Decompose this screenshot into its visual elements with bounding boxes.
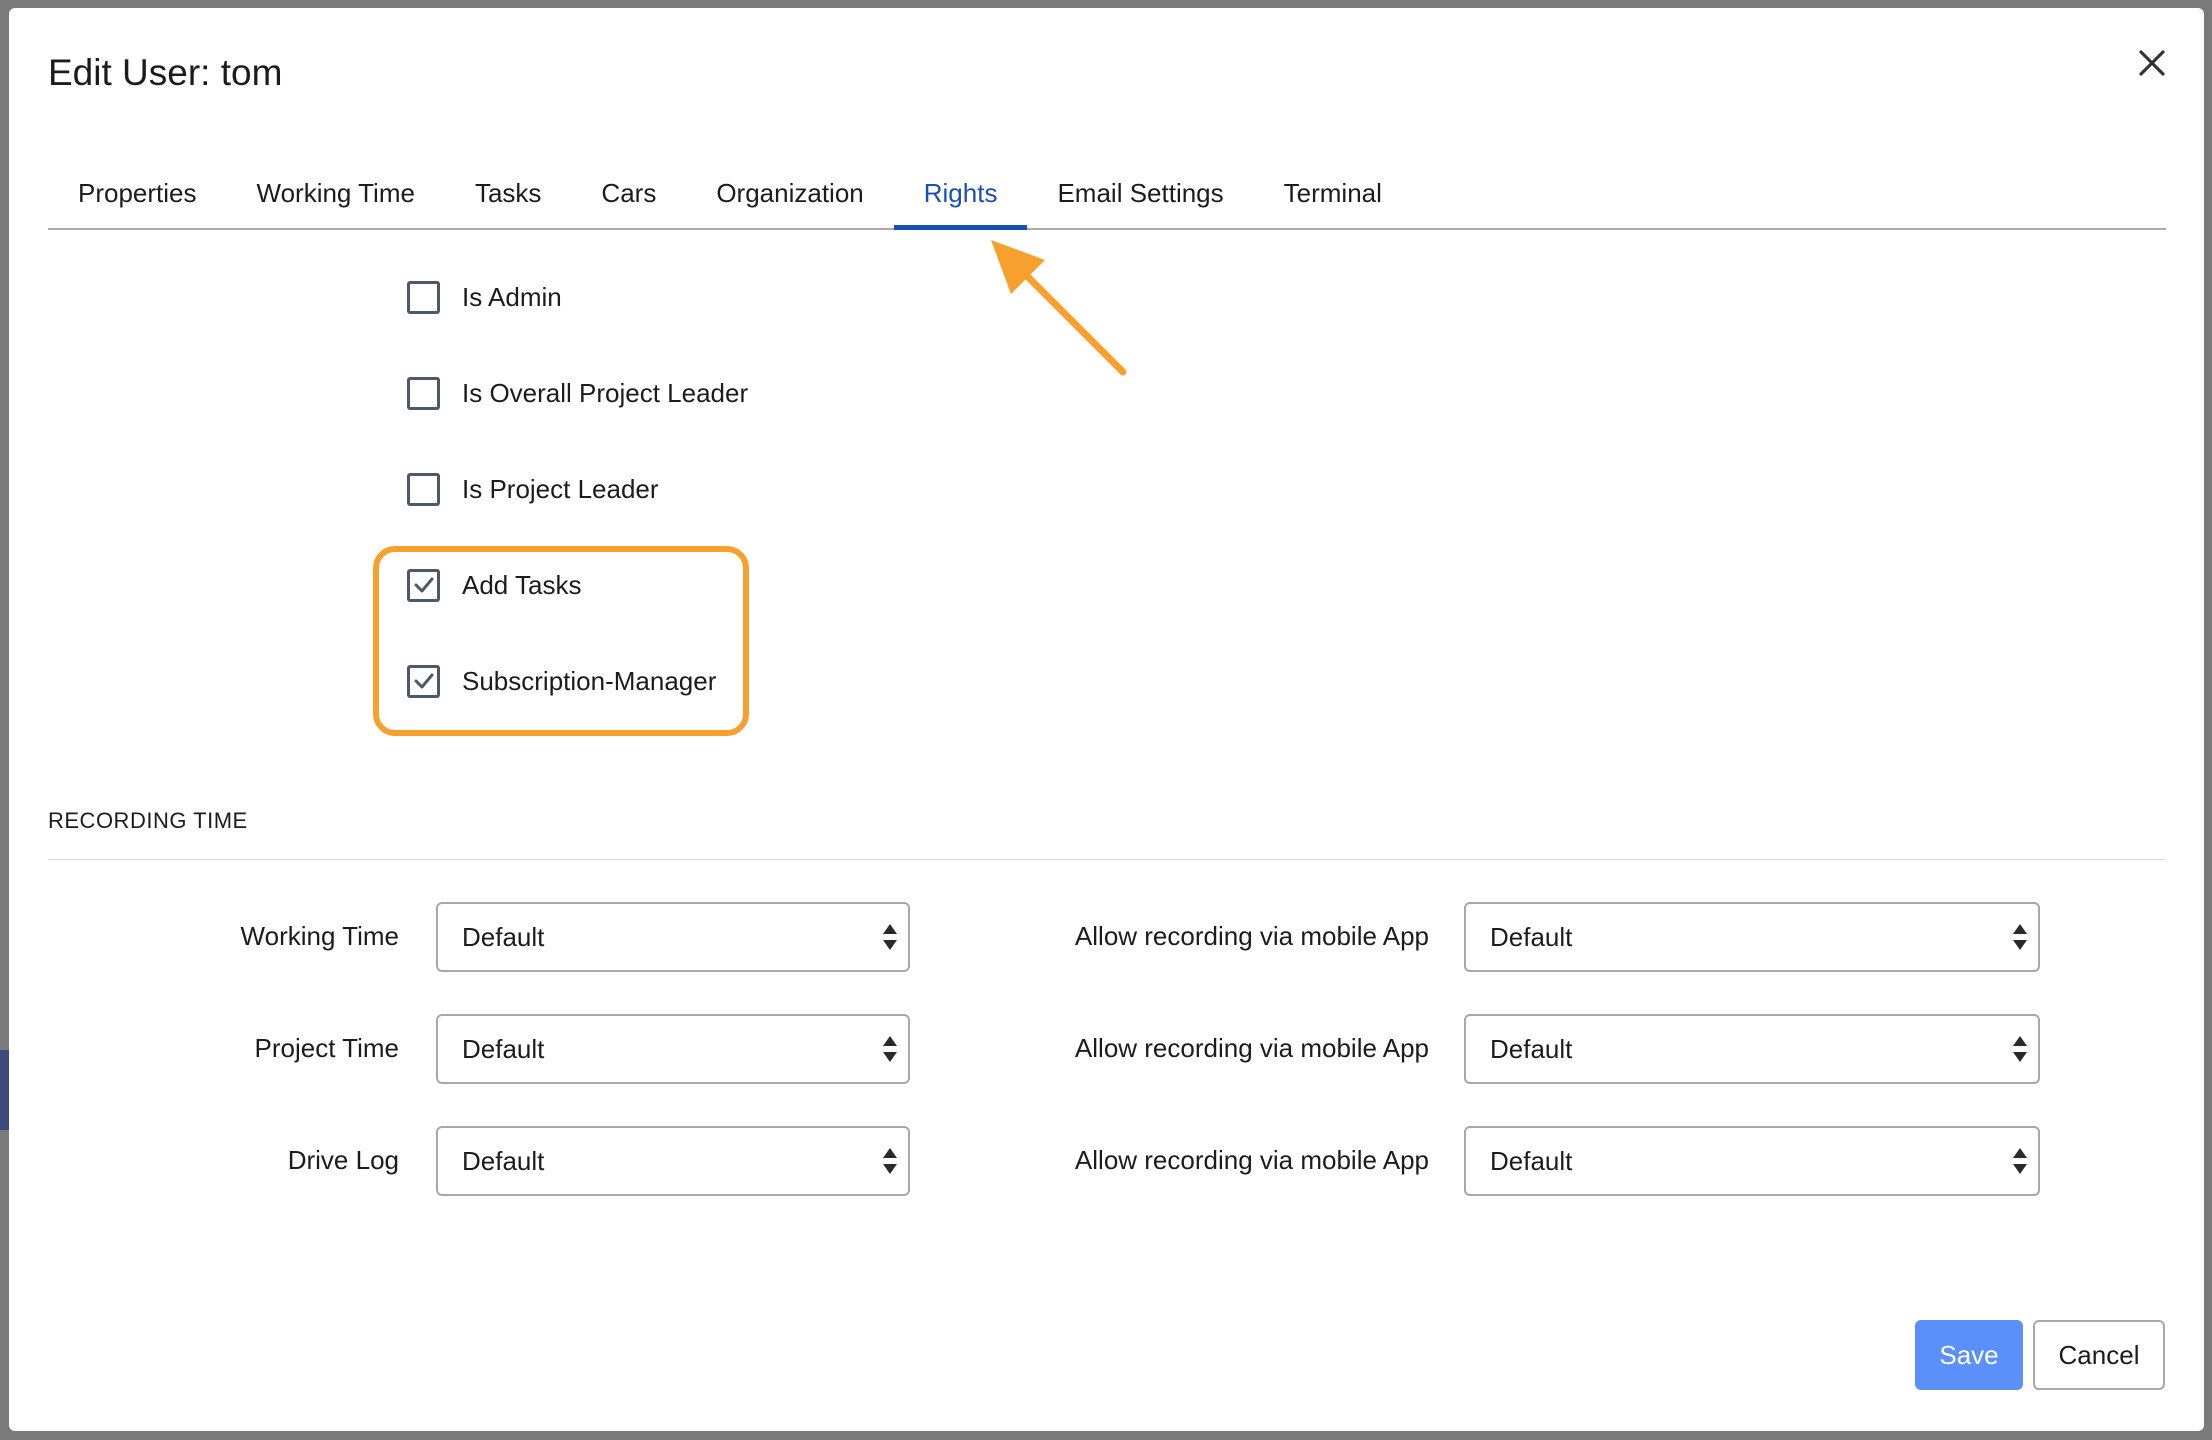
label-drive-log: Drive Log bbox=[287, 1145, 399, 1175]
tab-tasks[interactable]: Tasks bbox=[445, 158, 571, 228]
sort-arrows-icon bbox=[2013, 1036, 2027, 1062]
save-button[interactable]: Save bbox=[1915, 1320, 2023, 1390]
label-project-time: Project Time bbox=[254, 1033, 400, 1063]
modal-title: Edit User: tom bbox=[48, 52, 283, 93]
right-is-project-leader[interactable]: Is Project Leader bbox=[407, 469, 659, 509]
section-divider bbox=[48, 859, 2166, 860]
select-value: Default bbox=[1490, 1033, 1573, 1064]
select-mobile-app-project-time[interactable]: Default bbox=[1464, 1014, 2040, 1084]
highlight-annotation bbox=[373, 546, 749, 736]
select-project-time[interactable]: Default bbox=[436, 1014, 910, 1084]
sort-arrows-icon bbox=[2013, 1148, 2027, 1174]
right-is-admin[interactable]: Is Admin bbox=[407, 277, 562, 317]
sort-arrows-icon bbox=[883, 1036, 897, 1062]
checkbox-label: Is Admin bbox=[462, 281, 562, 312]
close-icon bbox=[2139, 50, 2165, 76]
edit-user-modal: Edit User: tom Properties Working Time T… bbox=[9, 8, 2204, 1431]
checkbox-is-overall-project-leader[interactable] bbox=[407, 376, 440, 410]
select-mobile-app-working-time[interactable]: Default bbox=[1464, 902, 2040, 972]
arrow-annotation-icon bbox=[991, 240, 1127, 376]
checkbox-label: Is Project Leader bbox=[462, 473, 659, 504]
tab-properties[interactable]: Properties bbox=[48, 158, 227, 228]
select-value: Default bbox=[462, 1033, 545, 1064]
label-mobile-app-working-time: Allow recording via mobile App bbox=[1074, 921, 1429, 951]
select-working-time[interactable]: Default bbox=[436, 902, 910, 972]
checkbox-label: Is Overall Project Leader bbox=[462, 377, 749, 408]
label-working-time: Working Time bbox=[240, 921, 399, 951]
close-button[interactable] bbox=[2127, 38, 2177, 88]
select-value: Default bbox=[1490, 1145, 1573, 1176]
cancel-button[interactable]: Cancel bbox=[2033, 1320, 2165, 1390]
section-title-recording-time: RECORDING TIME bbox=[48, 808, 248, 833]
background-sidebar-fragment bbox=[0, 1050, 9, 1130]
select-value: Default bbox=[1490, 921, 1573, 952]
tab-organization[interactable]: Organization bbox=[686, 158, 893, 228]
sort-arrows-icon bbox=[2013, 924, 2027, 950]
tab-cars[interactable]: Cars bbox=[571, 158, 686, 228]
tab-working-time[interactable]: Working Time bbox=[227, 158, 445, 228]
checkbox-is-project-leader[interactable] bbox=[407, 472, 440, 506]
select-drive-log[interactable]: Default bbox=[436, 1126, 910, 1196]
tab-terminal[interactable]: Terminal bbox=[1254, 158, 1412, 228]
tab-email-settings[interactable]: Email Settings bbox=[1027, 158, 1253, 228]
sort-arrows-icon bbox=[883, 924, 897, 950]
sort-arrows-icon bbox=[883, 1148, 897, 1174]
select-value: Default bbox=[462, 921, 545, 952]
right-is-overall-project-leader[interactable]: Is Overall Project Leader bbox=[407, 373, 748, 413]
select-value: Default bbox=[462, 1145, 545, 1176]
label-mobile-app-project-time: Allow recording via mobile App bbox=[1074, 1033, 1429, 1063]
label-mobile-app-drive-log: Allow recording via mobile App bbox=[1074, 1145, 1429, 1175]
tab-rights[interactable]: Rights bbox=[893, 158, 1028, 230]
tab-bar: Properties Working Time Tasks Cars Organ… bbox=[48, 158, 2166, 230]
checkbox-is-admin[interactable] bbox=[407, 280, 440, 314]
select-mobile-app-drive-log[interactable]: Default bbox=[1464, 1126, 2040, 1196]
